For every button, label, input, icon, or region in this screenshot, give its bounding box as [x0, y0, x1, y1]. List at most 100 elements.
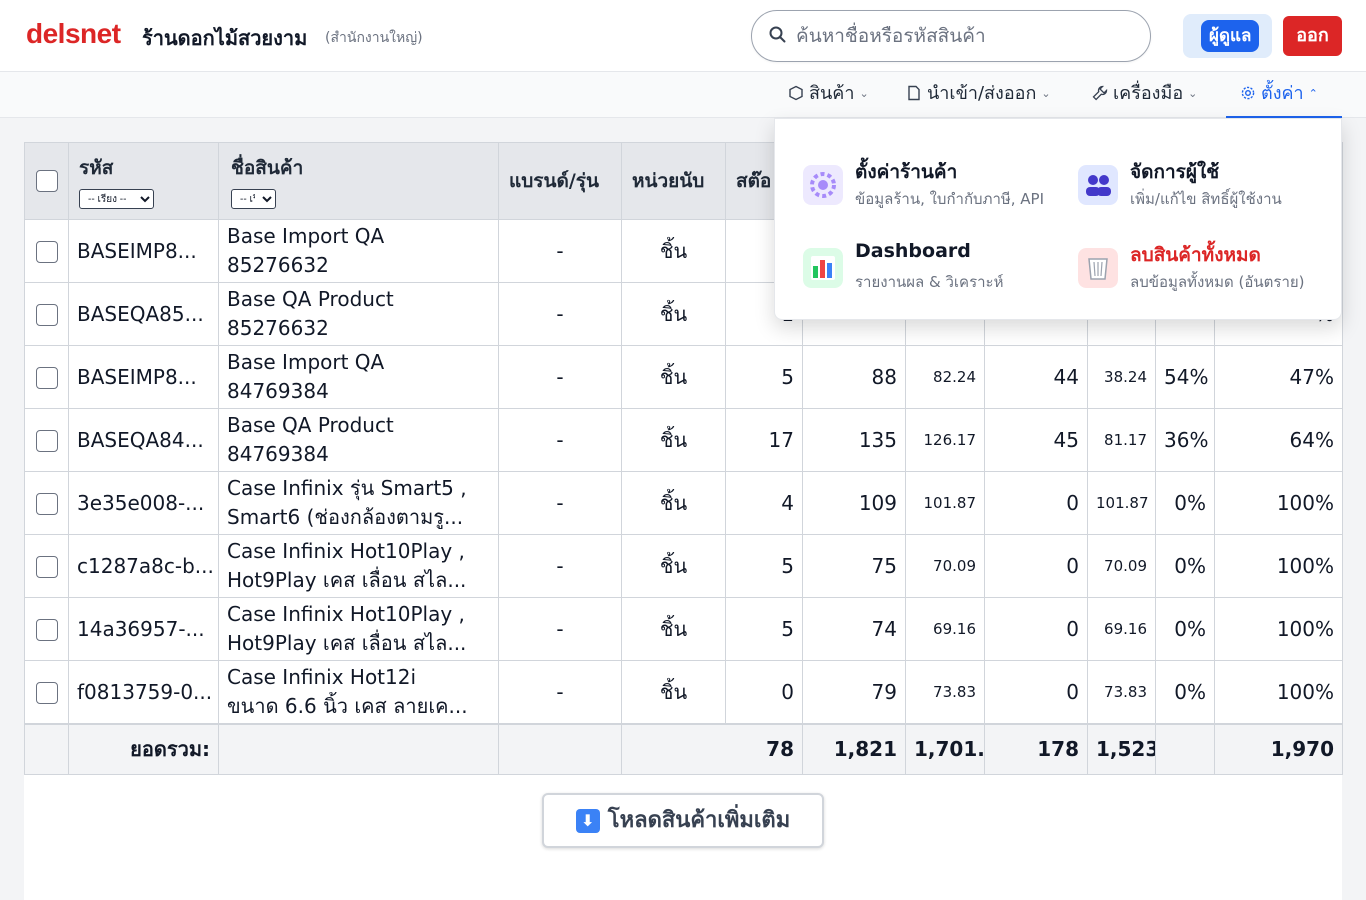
- cell-name-line2: 85276632: [227, 253, 329, 277]
- cell-c5: 36%: [1155, 408, 1215, 472]
- cell-c6: 100%: [1214, 534, 1343, 598]
- footer-c5: [1155, 723, 1215, 775]
- col-brand-label: แบรนด์/รุ่น: [509, 170, 599, 192]
- cell-c6: 47%: [1214, 345, 1343, 409]
- nav-settings-label: ตั้งค่า: [1261, 83, 1304, 104]
- footer-c1: 1,821: [802, 723, 906, 775]
- chevron-down-icon: ⌄: [1041, 87, 1051, 100]
- select-all-checkbox[interactable]: [35, 170, 58, 193]
- row-checkbox[interactable]: [35, 682, 58, 705]
- row-select-cell: [24, 597, 69, 661]
- menu-user-management-title: จัดการผู้ใช้: [1130, 161, 1220, 183]
- cell-unit: ชิ้น: [621, 219, 726, 283]
- nav-products-label: สินค้า: [809, 83, 855, 104]
- cell-c2: 69.16: [905, 597, 985, 661]
- cell-c5: 0%: [1155, 660, 1215, 725]
- row-checkbox[interactable]: [35, 430, 58, 453]
- cell-c6: 100%: [1214, 471, 1343, 535]
- menu-dashboard-title: Dashboard: [855, 240, 971, 262]
- footer-cell: [218, 723, 499, 775]
- cell-name-line2: 85276632: [227, 316, 329, 340]
- table-row[interactable]: BASEIMP8... Base Import QA 84769384- ชิ้น 5 8…: [24, 345, 1343, 409]
- cell-stock: 17: [725, 408, 803, 472]
- col-stock-label: สต๊อ: [736, 170, 772, 192]
- cell-stock: 5: [725, 597, 803, 661]
- chevron-up-icon: ⌃: [1308, 87, 1318, 100]
- table-row[interactable]: c1287a8c-b... Case Infinix Hot10Play , Hot…: [24, 534, 1343, 598]
- load-more-label: โหลดสินค้าเพิ่มเติม: [607, 808, 791, 833]
- select-all-cell: [24, 142, 69, 220]
- cell-c4: 69.16: [1087, 597, 1156, 661]
- cell-name-line2: 84769384: [227, 379, 329, 403]
- cell-unit: ชิ้น: [621, 345, 726, 409]
- gear-icon: [803, 165, 843, 205]
- cell-stock: 0: [725, 660, 803, 725]
- row-checkbox[interactable]: [35, 493, 58, 516]
- row-checkbox[interactable]: [35, 556, 58, 579]
- cube-icon: [789, 85, 803, 101]
- cell-name: Base QA Product 84769384: [218, 408, 499, 472]
- users-icon: [1078, 165, 1118, 205]
- menu-user-management-desc: เพิ่ม/แก้ไข สิทธิ์ผู้ใช้งาน: [1130, 190, 1282, 208]
- branch-label: (สำนักงานใหญ่): [325, 30, 423, 46]
- cell-c5: 0%: [1155, 471, 1215, 535]
- row-select-cell: [24, 282, 69, 346]
- menu-user-management[interactable]: จัดการผู้ใช้ เพิ่ม/แก้ไข สิทธิ์ผู้ใช้งาน: [1078, 157, 1348, 227]
- col-unit[interactable]: หน่วยนับ: [621, 142, 726, 220]
- row-checkbox[interactable]: [35, 304, 58, 327]
- cell-c1: 75: [802, 534, 906, 598]
- col-brand[interactable]: แบรนด์/รุ่น: [498, 142, 622, 220]
- row-select-cell: [24, 534, 69, 598]
- cell-code: BASEQA84...: [68, 408, 219, 472]
- nav-settings[interactable]: ตั้งค่า ⌃: [1226, 72, 1342, 118]
- cell-c1: 88: [802, 345, 906, 409]
- cell-c3: 0: [984, 534, 1088, 598]
- logout-button[interactable]: ออก: [1283, 16, 1342, 56]
- row-checkbox[interactable]: [35, 619, 58, 642]
- cell-stock: 4: [725, 471, 803, 535]
- cell-unit: ชิ้น: [621, 471, 726, 535]
- nav-import-export[interactable]: นำเข้า/ส่งออก ⌄: [906, 72, 1051, 118]
- row-select-cell: [24, 219, 69, 283]
- table-row[interactable]: BASEQA84... Base QA Product 84769384- ชิ้น 1…: [24, 408, 1343, 472]
- search-icon: [769, 26, 786, 43]
- cell-code: 3e35e008-...: [68, 471, 219, 535]
- cell-c1: 109: [802, 471, 906, 535]
- footer-c4: 1,523.87: [1087, 723, 1156, 775]
- col-unit-label: หน่วยนับ: [632, 170, 705, 192]
- menu-dashboard[interactable]: Dashboard รายงานผล & วิเคราะห์: [803, 240, 1073, 310]
- cell-code: c1287a8c-b...: [68, 534, 219, 598]
- cell-stock: 5: [725, 345, 803, 409]
- footer-stock: 78: [621, 723, 803, 775]
- menu-dashboard-desc: รายงานผล & วิเคราะห์: [855, 273, 1004, 291]
- sort-name-select[interactable]: -- เรียง --: [231, 189, 276, 209]
- search-input[interactable]: [796, 19, 1136, 53]
- cell-code: f0813759-0...: [68, 660, 219, 725]
- cell-brand: -: [498, 471, 622, 535]
- admin-button[interactable]: ผู้ดูแล: [1201, 20, 1260, 52]
- menu-shop-settings[interactable]: ตั้งค่าร้านค้า ข้อมูลร้าน, ใบกำกับภาษี, …: [803, 157, 1073, 227]
- nav-tools[interactable]: เครื่องมือ ⌄: [1092, 72, 1197, 118]
- cell-c6: 100%: [1214, 660, 1343, 725]
- row-checkbox[interactable]: [35, 241, 58, 264]
- table-row[interactable]: 14a36957-... Case Infinix Hot10Play , Hot9…: [24, 597, 1343, 661]
- cell-c2: 101.87: [905, 471, 985, 535]
- table-row[interactable]: f0813759-0... Case Infinix Hot12i ขนาด 6.6…: [24, 660, 1343, 725]
- row-checkbox[interactable]: [35, 367, 58, 390]
- nav-products[interactable]: สินค้า ⌄: [788, 72, 869, 118]
- load-more-button[interactable]: ⬇ โหลดสินค้าเพิ่มเติม: [542, 793, 824, 848]
- cell-name: Case Infinix Hot10Play , Hot9Play เคส เลื…: [218, 597, 499, 661]
- cell-c6: 64%: [1214, 408, 1343, 472]
- cell-name-line1: Case Infinix Hot10Play ,: [227, 539, 465, 563]
- cell-brand: -: [498, 282, 622, 346]
- cell-stock: 5: [725, 534, 803, 598]
- table-row[interactable]: 3e35e008-... Case Infinix รุ่น Smart5 , Sm…: [24, 471, 1343, 535]
- sort-code-select[interactable]: -- เรียง --: [79, 189, 154, 209]
- cell-name-line2: 84769384: [227, 442, 329, 466]
- col-code[interactable]: รหัส -- เรียง --: [68, 142, 219, 220]
- col-name[interactable]: ชื่อสินค้า -- เรียง --: [218, 142, 499, 220]
- logo[interactable]: delsnet: [26, 18, 121, 50]
- cell-brand: -: [498, 534, 622, 598]
- cell-c3: 0: [984, 660, 1088, 725]
- menu-delete-all-products[interactable]: ลบสินค้าทั้งหมด ลบข้อมูลทั้งหมด (อันตราย…: [1078, 240, 1348, 310]
